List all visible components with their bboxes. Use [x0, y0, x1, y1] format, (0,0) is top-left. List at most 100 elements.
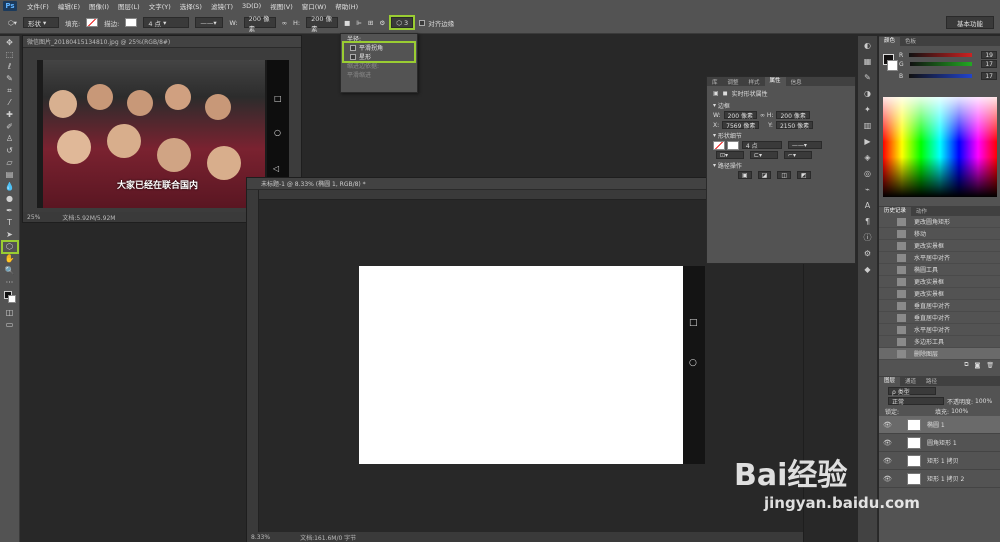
quick-mask-icon[interactable]: ◫: [3, 308, 17, 318]
styles-panel-icon[interactable]: ✦: [862, 104, 874, 116]
dodge-tool-icon[interactable]: ●: [3, 194, 17, 204]
polygon-tool-icon[interactable]: ⬡: [0, 240, 19, 254]
prop-link-icon[interactable]: ∞: [760, 112, 765, 119]
doc1-zoom[interactable]: 25%: [27, 214, 40, 221]
channels-panel-icon[interactable]: ◎: [862, 168, 874, 180]
camera-icon[interactable]: ◙: [975, 362, 981, 369]
r-slider[interactable]: [909, 53, 973, 57]
tool-mode-select[interactable]: 形状 ▾: [22, 17, 59, 28]
brush-panel-icon[interactable]: ✎: [862, 72, 874, 84]
polygon-tool-preset-icon[interactable]: ⬡▾: [8, 19, 17, 27]
type-tool-icon[interactable]: T: [3, 218, 17, 228]
stroke-type-select[interactable]: ——▾: [195, 17, 224, 28]
new-document-icon[interactable]: ⧉: [964, 361, 968, 369]
history-item[interactable]: 多边形工具: [879, 336, 1000, 348]
quick-select-tool-icon[interactable]: ✎: [3, 74, 17, 84]
intersect-shape-icon[interactable]: ◫: [777, 171, 792, 179]
tab-info[interactable]: 信息: [786, 78, 807, 86]
history-item[interactable]: 垂直居中对齐: [879, 300, 1000, 312]
path-select-tool-icon[interactable]: ➤: [3, 230, 17, 240]
link-icon[interactable]: ∞: [282, 19, 287, 27]
history-item[interactable]: 更改实景框: [879, 288, 1000, 300]
brush-tool-icon[interactable]: ✐: [3, 122, 17, 132]
adjustments-panel-icon[interactable]: ◑: [862, 88, 874, 100]
prop-stroke-type[interactable]: ——▾: [787, 141, 822, 149]
foreground-background-color[interactable]: [3, 290, 17, 306]
r-value[interactable]: 19: [981, 51, 997, 59]
menu-view[interactable]: 视图(V): [270, 1, 293, 11]
stroke-size-field[interactable]: 4 点 ▾: [143, 17, 190, 28]
menu-image[interactable]: 图像(I): [89, 1, 109, 11]
healing-tool-icon[interactable]: ✚: [3, 110, 17, 120]
history-item-active[interactable]: 删除图层: [879, 348, 1000, 360]
path-alignment-icon[interactable]: ⊫: [356, 19, 362, 27]
prop-fill-swatch[interactable]: [713, 140, 725, 150]
menu-3d[interactable]: 3D(D): [242, 2, 261, 10]
more-tools-icon[interactable]: ···: [3, 278, 17, 288]
history-panel-icon[interactable]: ▥: [862, 120, 874, 132]
tab-styles[interactable]: 样式: [744, 78, 765, 86]
history-item[interactable]: 水平居中对齐: [879, 324, 1000, 336]
history-item[interactable]: 更改实景框: [879, 240, 1000, 252]
stroke-align-select[interactable]: ⊡▾: [716, 151, 744, 159]
prop-height-input[interactable]: 200 像素: [776, 111, 810, 120]
shape-details-section[interactable]: ▾ 形状细节: [707, 130, 855, 140]
canvas-artboard[interactable]: [359, 266, 683, 464]
eyedropper-tool-icon[interactable]: ⁄: [3, 98, 17, 108]
bounds-section[interactable]: ▾ 边框: [707, 100, 855, 110]
menu-edit[interactable]: 编辑(E): [58, 1, 80, 11]
menu-window[interactable]: 窗口(W): [302, 1, 327, 11]
settings-gear-icon[interactable]: ⚙: [379, 19, 385, 27]
hand-tool-icon[interactable]: ✋: [3, 254, 17, 264]
doc2-zoom[interactable]: 8.33%: [251, 534, 270, 541]
pen-tool-icon[interactable]: ✒: [3, 206, 17, 216]
doc1-titlebar[interactable]: 微信图片_20180415134810.jpg @ 25%(RGB/8#): [23, 36, 301, 48]
tab-layers[interactable]: 图层: [879, 376, 901, 386]
radius-field[interactable]: ⬡ 3: [389, 15, 416, 30]
fill-swatch[interactable]: [86, 18, 99, 27]
history-brush-tool-icon[interactable]: ↺: [3, 146, 17, 156]
path-operations-icon[interactable]: ■: [344, 19, 350, 27]
layers-panel-icon[interactable]: ◈: [862, 152, 874, 164]
g-value[interactable]: 17: [981, 60, 997, 68]
blend-mode-select[interactable]: 正常: [888, 397, 944, 406]
bg-color-swatch[interactable]: [887, 60, 898, 71]
screen-mode-icon[interactable]: ▭: [3, 320, 17, 330]
character-panel-icon[interactable]: A: [862, 200, 874, 212]
history-item[interactable]: 更改圆角矩形: [879, 216, 1000, 228]
exclude-shape-icon[interactable]: ◩: [797, 171, 811, 179]
trash-icon[interactable]: 🗑: [986, 362, 994, 369]
tab-channels[interactable]: 通道: [900, 377, 921, 385]
prop-y-input[interactable]: 2150 像素: [775, 121, 814, 130]
subtract-shape-icon[interactable]: ◪: [757, 171, 772, 179]
menu-filter[interactable]: 滤镜(T): [211, 1, 233, 11]
tab-adjustments[interactable]: 调整: [723, 78, 744, 86]
zoom-tool-icon[interactable]: 🔍: [3, 266, 17, 276]
color-panel-icon[interactable]: ◐: [862, 40, 874, 52]
prop-width-input[interactable]: 200 像素: [723, 111, 757, 120]
b-value[interactable]: 17: [981, 72, 997, 80]
prop-stroke-swatch[interactable]: [726, 140, 739, 150]
prop-x-input[interactable]: 7569 像素: [722, 121, 760, 130]
menu-layer[interactable]: 图层(L): [118, 1, 140, 11]
combine-shapes-icon[interactable]: ▣: [738, 171, 752, 179]
smooth-corners-checkbox[interactable]: [350, 44, 356, 51]
menu-select[interactable]: 选择(S): [180, 1, 202, 11]
path-arrangement-icon[interactable]: ⊞: [368, 19, 373, 27]
gradient-tool-icon[interactable]: ▤: [3, 170, 17, 180]
ruler-vertical[interactable]: [247, 190, 259, 532]
3d-panel-icon[interactable]: ◆: [862, 264, 874, 276]
move-tool-icon[interactable]: ✥: [3, 38, 17, 48]
width-field[interactable]: 200 像素: [243, 15, 276, 33]
star-option[interactable]: 星形: [344, 52, 414, 61]
eraser-tool-icon[interactable]: ▱: [3, 158, 17, 168]
layer-row[interactable]: 👁 矩形 1 拷贝: [879, 452, 1000, 470]
history-item[interactable]: 椭圆工具: [879, 264, 1000, 276]
layer-kind-filter[interactable]: ρ 类型: [888, 387, 936, 396]
layer-row-active[interactable]: 👁 椭圆 1: [879, 416, 1000, 434]
tab-color[interactable]: 颜色: [879, 36, 901, 46]
tab-swatches[interactable]: 色板: [900, 37, 921, 45]
eye-icon[interactable]: 👁: [883, 439, 892, 447]
actions-panel-icon[interactable]: ▶: [862, 136, 874, 148]
crop-tool-icon[interactable]: ⌗: [3, 86, 17, 96]
